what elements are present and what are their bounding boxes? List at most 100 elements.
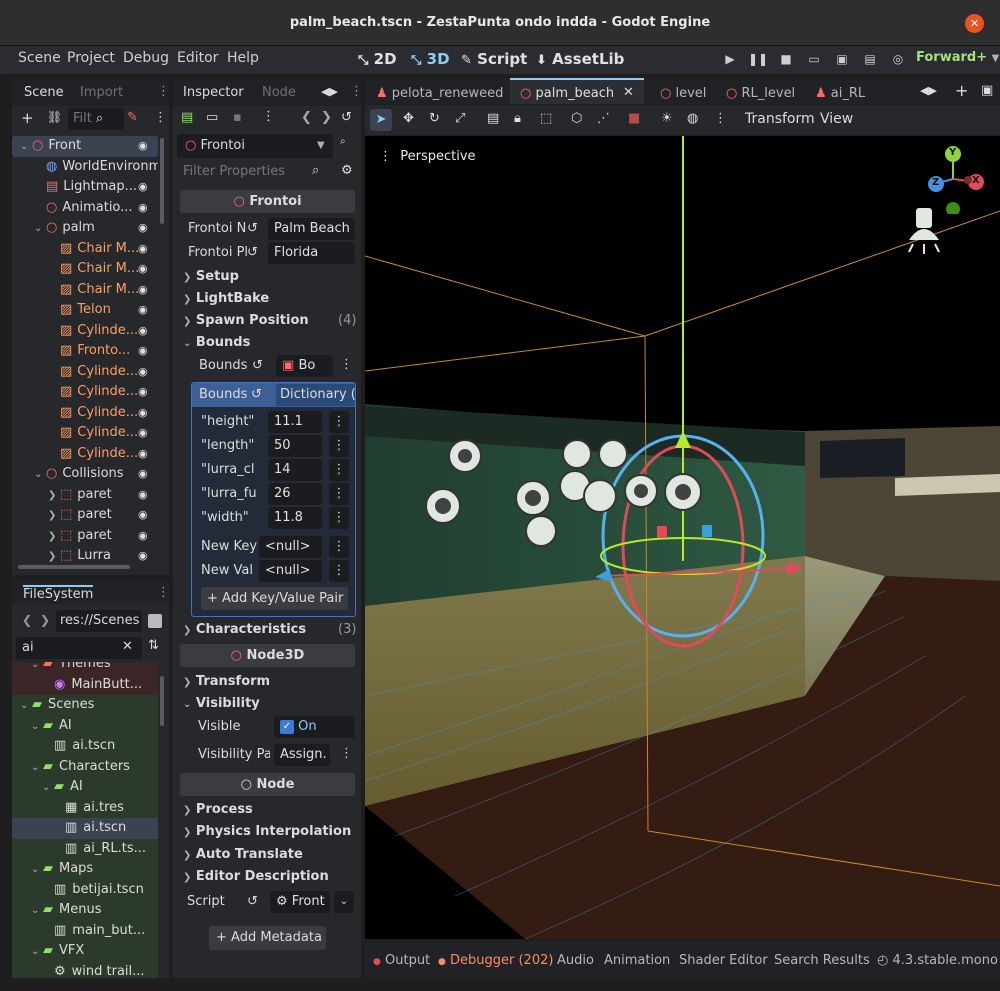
filesystem-scrollbar[interactable]: [160, 676, 164, 726]
view-gizmo[interactable]: Y X Z: [918, 144, 988, 216]
docs-icon[interactable]: ⌕: [340, 136, 346, 147]
visibility-eye-icon[interactable]: ◉: [138, 382, 148, 402]
search-results-tab[interactable]: Search Results: [774, 953, 870, 968]
file-row[interactable]: ▦ ai.tres: [12, 797, 158, 818]
expand-arrow-icon[interactable]: ❯: [48, 547, 60, 567]
tab-inspector[interactable]: Inspector: [183, 85, 244, 100]
scene-node-row[interactable]: ▨ Fronto... ◉: [12, 341, 158, 362]
scene-tree-hscrollbar[interactable]: [18, 565, 130, 569]
group-process[interactable]: ❯ Process: [183, 799, 253, 821]
menu-help[interactable]: Help: [227, 50, 259, 66]
snap-icon[interactable]: ⋰: [597, 111, 610, 126]
group-transform[interactable]: ❯ Transform: [183, 671, 270, 693]
menu-debug[interactable]: Debug: [123, 50, 169, 66]
filter-properties-input[interactable]: Filter Properties: [177, 161, 333, 183]
entry-type-icon[interactable]: ⋮: [329, 483, 349, 505]
list-select-icon[interactable]: ▤: [487, 111, 499, 126]
expand-arrow-icon[interactable]: ⌄: [31, 662, 43, 675]
file-row[interactable]: ⌄ ▰ Scenes: [12, 695, 158, 716]
expand-arrow-icon[interactable]: ⌄: [31, 901, 43, 921]
file-row[interactable]: ⌄ ▰ Menus: [12, 900, 158, 921]
pause-icon[interactable]: ❚❚: [748, 52, 768, 70]
file-row[interactable]: ⌄ ▰ Characters: [12, 756, 158, 777]
back-icon[interactable]: ❮: [22, 613, 32, 627]
entry-type-icon[interactable]: ⋮: [329, 459, 349, 481]
add-node-icon[interactable]: +: [21, 109, 34, 127]
expand-arrow-icon[interactable]: ⌄: [20, 137, 32, 157]
object-selector[interactable]: ○ Frontoi ▼: [177, 134, 333, 158]
viewport-menu-icon[interactable]: ⋮: [714, 111, 727, 126]
file-row[interactable]: ◉ MainButt...: [12, 674, 158, 695]
visibility-eye-icon[interactable]: ◉: [138, 403, 148, 423]
expand-arrow-icon[interactable]: ⌄: [42, 778, 54, 798]
visibility-eye-icon[interactable]: ◉: [138, 485, 148, 505]
file-row[interactable]: ⌄ ▰ Maps: [12, 859, 158, 880]
tab-import[interactable]: Import: [80, 85, 123, 100]
scene-node-row[interactable]: ▨ Cylinde... ◉: [12, 362, 158, 383]
group-characteristics[interactable]: ❯ Characteristics: [183, 619, 306, 641]
expand-arrow-icon[interactable]: ⌄: [20, 696, 32, 716]
revert-icon[interactable]: ↺: [247, 221, 258, 236]
tabs-scroll-icon[interactable]: ◀▶: [321, 85, 338, 98]
expand-arrow-icon[interactable]: ❯: [48, 527, 60, 547]
file-row[interactable]: ⌄ ▰ VFX: [12, 941, 158, 962]
visibility-parent-field[interactable]: Assign.: [274, 744, 330, 766]
tab-scene[interactable]: Scene: [24, 85, 64, 100]
group-lightbake[interactable]: ❯ LightBake: [183, 288, 269, 310]
select-tool-icon[interactable]: ➤: [370, 109, 392, 131]
play-scene-icon[interactable]: ▣: [832, 52, 852, 70]
revert-icon[interactable]: ↺: [247, 894, 258, 909]
perspective-label[interactable]: ⋮ Perspective: [379, 149, 476, 164]
chevron-down-icon[interactable]: ⌄: [334, 891, 354, 913]
group-visibility[interactable]: ⌄ Visibility: [183, 693, 260, 715]
scene-node-row[interactable]: ▨ Cylinde... ◉: [12, 382, 158, 403]
visibility-eye-icon[interactable]: ◉: [138, 423, 148, 443]
scene-node-row[interactable]: ⌄ ○ Collisions ◉: [12, 464, 158, 485]
scene-tab-level[interactable]: ○ level: [660, 86, 706, 101]
scene-node-row[interactable]: ◍WorldEnvironme: [12, 157, 158, 178]
file-row[interactable]: ⌄ ▰ AI: [12, 777, 158, 798]
environment-icon[interactable]: ◍: [687, 111, 698, 126]
scene-node-row[interactable]: ▨ Cylinde... ◉: [12, 444, 158, 465]
dictionary-value-field[interactable]: 50: [268, 435, 322, 457]
debugger-tab[interactable]: ● Debugger (202): [438, 953, 553, 968]
save-icon[interactable]: ▪: [233, 110, 242, 125]
expand-arrow-icon[interactable]: ❯: [48, 506, 60, 526]
group-icon[interactable]: ⬚: [540, 111, 552, 126]
entry-type-icon[interactable]: ⋮: [329, 507, 349, 529]
shader-editor-tab[interactable]: Shader Editor: [679, 953, 768, 968]
new-tab-icon[interactable]: +: [955, 81, 968, 100]
dictionary-value-field[interactable]: 26: [268, 483, 322, 505]
visibility-eye-icon[interactable]: ◉: [138, 198, 148, 218]
dictionary-toggle-button[interactable]: Dictionary (: [276, 384, 355, 406]
renderer-select[interactable]: Forward+ ▼: [916, 50, 999, 65]
tab-filesystem[interactable]: FileSystem: [23, 585, 94, 602]
visibility-parent-menu-icon[interactable]: ⋮: [340, 746, 353, 761]
dictionary-value-field[interactable]: 11.1: [268, 411, 322, 433]
scene-menu-icon[interactable]: ⋮: [154, 110, 167, 125]
expand-arrow-icon[interactable]: ⌄: [31, 717, 43, 737]
viewport-3d[interactable]: ⋮ Perspective Y X Z: [365, 136, 1000, 939]
scene-node-row[interactable]: ❯ ⬚ paret ◉: [12, 485, 158, 506]
layout-toggle-icon[interactable]: [148, 614, 162, 628]
filter-settings-icon[interactable]: ⚙: [341, 163, 353, 178]
scene-tab-palm-beach[interactable]: ○ palm_beach ✕: [510, 78, 644, 104]
path-field[interactable]: res://Scenes: [56, 610, 142, 632]
visibility-eye-icon[interactable]: ◉: [138, 239, 148, 259]
dictionary-value-field[interactable]: 11.8: [268, 507, 322, 529]
revert-icon[interactable]: ↺: [251, 387, 262, 402]
history-back-icon[interactable]: ❮: [301, 110, 312, 125]
filter-options-icon[interactable]: ✎: [127, 110, 138, 125]
rotate-tool-icon[interactable]: ↻: [429, 111, 440, 126]
entry-type-icon[interactable]: ⋮: [329, 411, 349, 433]
scene-node-row[interactable]: ❯ ⬚ paret ◉: [12, 505, 158, 526]
visible-checkbox[interactable]: ✓ On: [274, 716, 355, 738]
revert-icon[interactable]: ↺: [252, 358, 263, 373]
visibility-eye-icon[interactable]: ◉: [138, 526, 148, 546]
dictionary-value-field[interactable]: 14: [268, 459, 322, 481]
version-label[interactable]: ◴ 4.3.stable.mono: [877, 953, 999, 968]
mode-assetlib-button[interactable]: ⬇ AssetLib: [536, 50, 624, 68]
scene-node-row[interactable]: ▨ Cylinde... ◉: [12, 321, 158, 342]
forward-icon[interactable]: ❯: [40, 613, 50, 627]
scene-tab-ai-rl[interactable]: ♟ ai_RL: [815, 86, 865, 101]
